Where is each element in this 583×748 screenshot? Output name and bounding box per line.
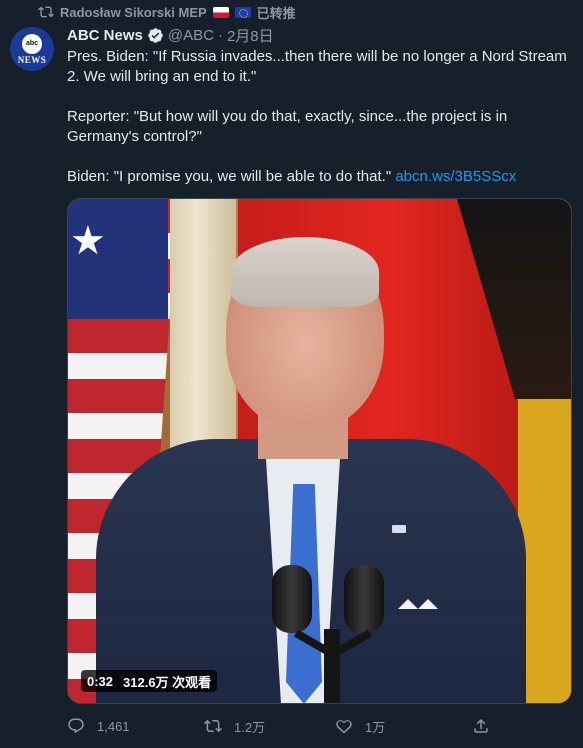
tweet-link[interactable]: abcn.ws/3B5SScx xyxy=(395,168,516,185)
retweet-indicator: Radosław Sikorski MEP 已转推 xyxy=(38,3,296,21)
star-icon: ★ xyxy=(70,219,106,263)
abc-logo: abc xyxy=(22,33,42,54)
like-count: 1万 xyxy=(365,719,386,735)
tweet-paragraph-2: Reporter: "But how will you do that, exa… xyxy=(67,108,508,145)
author-handle[interactable]: @ABC xyxy=(168,27,214,44)
share-icon xyxy=(474,718,488,733)
video-duration: 0:32 xyxy=(87,673,114,689)
news-logo-text: NEWS xyxy=(17,54,47,65)
tweet-paragraph-3: Biden: "I promise you, we will be able t… xyxy=(67,167,572,187)
reply-count: 1,461 xyxy=(97,718,130,734)
heart-icon xyxy=(336,720,352,734)
reply-icon xyxy=(68,718,84,734)
verified-badge-icon xyxy=(148,28,163,43)
header-separator: · xyxy=(217,27,223,44)
mic-stand xyxy=(324,629,340,703)
retweeter-name[interactable]: Radosław Sikorski MEP xyxy=(60,5,207,20)
tweet-paragraph-1: Pres. Biden: "If Russia invades...then t… xyxy=(67,48,567,85)
us-flag-canton: ★ xyxy=(68,199,168,319)
like-button[interactable]: 1万 xyxy=(335,717,385,736)
tweet-actions: 1,461 1.2万 1万 xyxy=(67,713,572,739)
tweet-date[interactable]: 2月8日 xyxy=(227,25,274,46)
eu-flag-icon xyxy=(234,6,251,18)
retweet-label: 已转推 xyxy=(256,5,296,21)
avatar[interactable]: abc NEWS xyxy=(10,27,54,71)
retweet-action-icon xyxy=(204,719,222,733)
lapel-pin xyxy=(392,525,406,533)
microphone-left xyxy=(272,565,312,633)
video-info-badge: 0:32 312.6万 次观看 xyxy=(81,670,218,692)
tweet-text: Pres. Biden: "If Russia invades...then t… xyxy=(67,47,572,207)
poland-flag-icon xyxy=(212,6,229,18)
tweet-paragraph-3-text: Biden: "I promise you, we will be able t… xyxy=(67,168,392,185)
retweet-icon xyxy=(38,6,54,18)
retweet-button[interactable]: 1.2万 xyxy=(204,717,265,736)
retweet-count: 1.2万 xyxy=(234,719,266,735)
reply-button[interactable]: 1,461 xyxy=(67,717,130,735)
share-button[interactable] xyxy=(472,717,490,735)
video-player[interactable]: ★ 0:32 312.6万 次观看 xyxy=(67,198,572,704)
video-views: 312.6万 次观看 xyxy=(123,674,212,690)
tweet-header: ABC News @ABC · 2月8日 xyxy=(67,25,274,46)
author-name[interactable]: ABC News xyxy=(67,27,143,44)
speaker-hair xyxy=(231,237,379,307)
german-flag-gold xyxy=(518,399,571,703)
microphone-right xyxy=(344,565,384,633)
